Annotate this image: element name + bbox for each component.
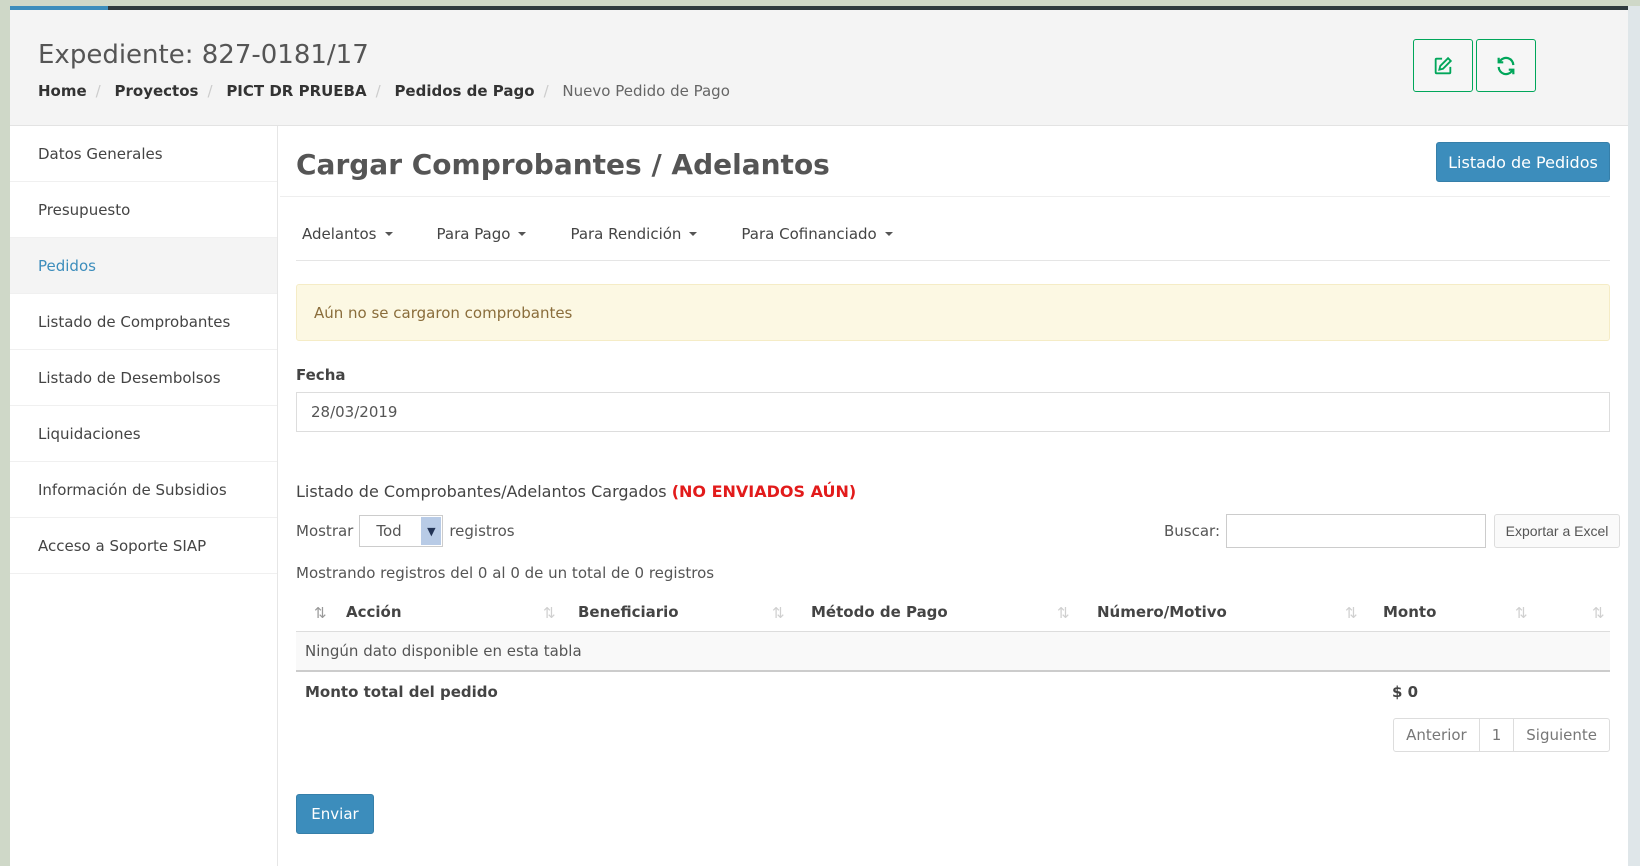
caret-down-icon — [689, 232, 698, 236]
sidebar: Datos Generales Presupuesto Pedidos List… — [10, 126, 278, 866]
chevron-down-icon: ▼ — [421, 517, 442, 545]
export-excel-button[interactable]: Exportar a Excel — [1494, 514, 1620, 548]
breadcrumb-pedidos[interactable]: Pedidos de Pago — [394, 82, 534, 100]
tabs-divider — [296, 260, 1610, 261]
sidebar-item-datos-generales[interactable]: Datos Generales — [10, 126, 277, 182]
not-sent-warning: (NO ENVIADOS AÚN) — [671, 482, 857, 501]
sort-icon[interactable]: ⇅ — [543, 604, 556, 622]
sort-icon[interactable]: ⇅ — [1592, 604, 1605, 622]
column-metodo-pago[interactable]: Método de Pago — [811, 592, 948, 632]
tab-para-pago[interactable]: Para Pago — [431, 225, 533, 243]
pagination-next[interactable]: Siguiente — [1514, 719, 1609, 751]
table-empty-row: Ningún dato disponible en esta tabla — [296, 632, 1610, 672]
scroll-strip — [1628, 6, 1640, 866]
sort-icon[interactable]: ⇅ — [1345, 604, 1358, 622]
total-label: Monto total del pedido — [305, 683, 498, 701]
buscar-label: Buscar: — [1164, 522, 1221, 540]
title-divider — [280, 196, 1610, 197]
column-accion[interactable]: Acción — [346, 592, 402, 632]
page-length-value: Tod — [376, 522, 402, 540]
breadcrumb-home[interactable]: Home — [38, 82, 87, 100]
fecha-value: 28/03/2019 — [311, 403, 398, 421]
table-info: Mostrando registros del 0 al 0 de un tot… — [296, 564, 715, 582]
tab-para-rendicion[interactable]: Para Rendición — [564, 225, 703, 243]
caret-down-icon — [518, 232, 527, 236]
tabs: Adelantos Para Pago Para Rendición Para … — [296, 208, 931, 260]
page-title: Expediente: 827-0181/17 — [38, 40, 369, 70]
breadcrumb-proyecto[interactable]: PICT DR PRUEBA — [226, 82, 366, 100]
sidebar-item-presupuesto[interactable]: Presupuesto — [10, 182, 277, 238]
fecha-input[interactable]: 28/03/2019 — [296, 392, 1610, 432]
sidebar-item-listado-desembolsos[interactable]: Listado de Desembolsos — [10, 350, 277, 406]
warning-alert: Aún no se cargaron comprobantes — [296, 284, 1610, 341]
caret-down-icon — [384, 232, 393, 236]
sort-icon[interactable]: ⇅ — [1057, 604, 1070, 622]
app-frame: Expediente: 827-0181/17 Home / Proyectos /… — [10, 6, 1628, 866]
comprobantes-table: ⇅ Acción ⇅ Beneficiario ⇅ Método de Pago… — [296, 592, 1610, 712]
breadcrumb-current: Nuevo Pedido de Pago — [562, 82, 730, 100]
tab-adelantos[interactable]: Adelantos — [296, 225, 399, 243]
edit-button[interactable] — [1413, 39, 1473, 92]
tab-para-cofinanciado[interactable]: Para Cofinanciado — [735, 225, 898, 243]
caret-down-icon — [884, 232, 893, 236]
sidebar-item-listado-comprobantes[interactable]: Listado de Comprobantes — [10, 294, 277, 350]
sidebar-item-pedidos[interactable]: Pedidos — [10, 238, 277, 294]
sort-icon[interactable]: ⇅ — [1515, 604, 1528, 622]
sidebar-item-soporte-siap[interactable]: Acceso a Soporte SIAP — [10, 518, 277, 574]
listado-pedidos-button[interactable]: Listado de Pedidos — [1436, 142, 1610, 182]
table-total-row: Monto total del pedido $ 0 — [296, 672, 1610, 712]
table-header: ⇅ Acción ⇅ Beneficiario ⇅ Método de Pago… — [296, 592, 1610, 632]
page-length-select[interactable]: Tod ▼ — [359, 515, 444, 547]
refresh-button[interactable] — [1476, 39, 1536, 92]
pagination-prev[interactable]: Anterior — [1394, 719, 1480, 751]
enviar-button[interactable]: Enviar — [296, 794, 374, 834]
column-monto[interactable]: Monto — [1383, 592, 1436, 632]
total-value: $ 0 — [1392, 683, 1419, 701]
page-header: Expediente: 827-0181/17 Home / Proyectos /… — [10, 10, 1628, 126]
sidebar-item-liquidaciones[interactable]: Liquidaciones — [10, 406, 277, 462]
sidebar-item-informacion-subsidios[interactable]: Información de Subsidios — [10, 462, 277, 518]
breadcrumb: Home / Proyectos / PICT DR PRUEBA / Pedidos… — [38, 82, 730, 100]
refresh-icon — [1497, 56, 1515, 75]
edit-icon — [1434, 56, 1453, 74]
list-title: Listado de Comprobantes/Adelantos Cargad… — [296, 482, 857, 501]
column-numero-motivo[interactable]: Número/Motivo — [1097, 592, 1227, 632]
mostrar-label: Mostrar — [296, 522, 354, 540]
registros-label: registros — [449, 522, 515, 540]
breadcrumb-proyectos[interactable]: Proyectos — [115, 82, 199, 100]
sort-asc-icon[interactable]: ⇅ — [314, 604, 327, 622]
column-beneficiario[interactable]: Beneficiario — [578, 592, 679, 632]
search-input[interactable] — [1226, 514, 1486, 548]
page-length-control: Mostrar Tod ▼ registros — [296, 514, 515, 548]
pagination-page[interactable]: 1 — [1480, 719, 1515, 751]
box-title: Cargar Comprobantes / Adelantos — [296, 148, 830, 181]
sort-icon[interactable]: ⇅ — [772, 604, 785, 622]
pagination: Anterior 1 Siguiente — [1393, 718, 1610, 752]
fecha-label: Fecha — [296, 366, 346, 384]
